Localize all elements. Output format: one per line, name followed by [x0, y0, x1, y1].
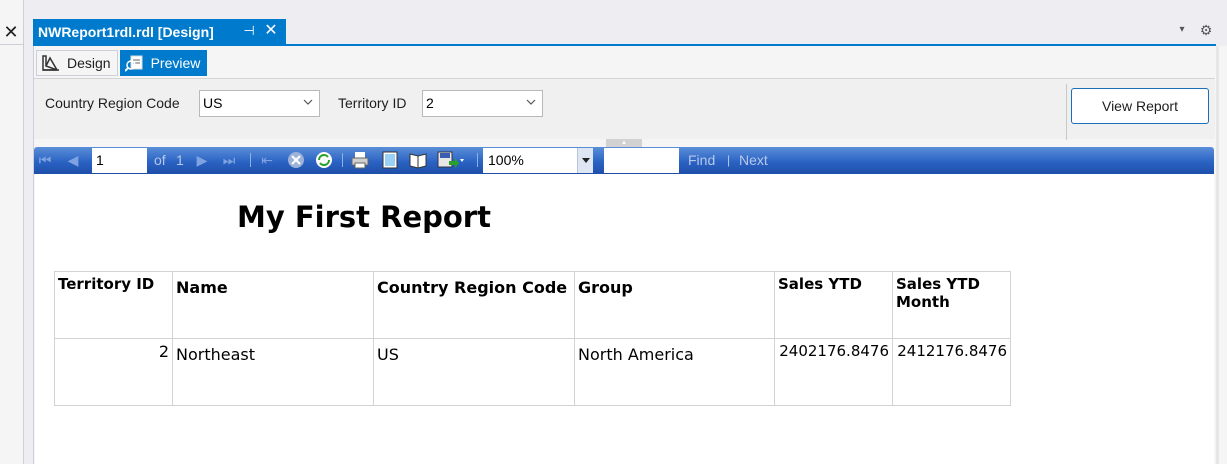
territory-id-select[interactable]: 2 [422, 90, 543, 117]
preview-icon [123, 54, 145, 72]
document-tab[interactable]: NWReport1rdl.rdl [Design] ⊣ ✕ [33, 19, 286, 44]
of-label: of [154, 152, 166, 168]
current-page-value: 1 [96, 152, 104, 168]
toolbar-separator [342, 153, 343, 167]
tab-design-label: Design [67, 55, 111, 71]
view-report-button[interactable]: View Report [1071, 88, 1209, 124]
next-link[interactable]: Next [739, 152, 768, 168]
left-panel-divider [0, 44, 24, 45]
table-row: 2 Northeast US North America 2402176.847… [54, 338, 1011, 406]
toolbar-separator [250, 153, 251, 167]
first-page-icon[interactable]: ⏮ [38, 151, 52, 169]
left-panel-close-icon[interactable]: ✕ [0, 20, 22, 44]
zoom-dropdown-button[interactable] [577, 148, 593, 173]
gear-icon[interactable]: ⚙ [1198, 22, 1214, 38]
pin-icon[interactable]: ⊣ [241, 22, 257, 40]
find-text-input[interactable] [604, 148, 679, 173]
chevron-down-icon [526, 99, 536, 105]
toolbar-separator [477, 153, 478, 167]
export-icon[interactable] [437, 151, 465, 169]
close-icon[interactable]: ✕ [262, 21, 280, 41]
table-header-row: Territory ID Name Country Region Code Gr… [54, 271, 1011, 339]
chevron-down-icon [582, 158, 590, 163]
column-header: Sales YTD Month [892, 271, 1011, 339]
tab-list-dropdown-icon[interactable]: ▾ [1175, 24, 1189, 38]
parameters-panel: Country Region Code US Territory ID 2 Vi… [34, 78, 1215, 140]
tab-preview-label: Preview [150, 55, 201, 71]
left-tool-panel [0, 0, 24, 464]
scrollbar-track-edge [1216, 46, 1219, 464]
group-cell: North America [574, 338, 775, 406]
app-window: ✕ NWReport1rdl.rdl [Design] ⊣ ✕ ▾ ⚙ Desi… [0, 0, 1227, 464]
collapse-parameters-handle[interactable]: ▲ [606, 139, 642, 147]
find-next-separator: | [727, 153, 731, 167]
column-header: Territory ID [54, 271, 173, 339]
country-region-code-select[interactable]: US [199, 90, 320, 117]
column-header: Group [574, 271, 775, 339]
report-canvas: My First Report Territory ID Name Countr… [35, 174, 1214, 464]
territory-id-label: Territory ID [338, 95, 407, 111]
tab-design[interactable]: Design [36, 50, 118, 76]
page-setup-icon[interactable] [408, 151, 428, 169]
column-header: Country Region Code [373, 271, 575, 339]
report-table: Territory ID Name Country Region Code Gr… [54, 271, 1011, 406]
tab-strip-underline [33, 44, 1216, 46]
design-icon [41, 54, 61, 72]
print-layout-icon[interactable] [380, 151, 400, 169]
sales-ytd-cell: 2402176.8476 [774, 338, 893, 406]
country-region-code-label: Country Region Code [45, 95, 180, 111]
name-cell: Northeast [172, 338, 374, 406]
report-title: My First Report [237, 200, 491, 234]
find-link[interactable]: Find [688, 152, 715, 168]
parameters-divider [1066, 84, 1067, 140]
column-header: Sales YTD [774, 271, 893, 339]
territory-id-cell: 2 [54, 338, 173, 406]
view-tabs: Design Preview [36, 50, 209, 76]
column-header: Name [172, 271, 374, 339]
last-page-icon[interactable]: ⏭ [222, 151, 236, 169]
chevron-down-icon [303, 99, 313, 105]
back-to-parent-icon[interactable]: ⇤ [260, 151, 274, 169]
tab-preview[interactable]: Preview [119, 50, 208, 76]
next-page-icon[interactable]: ▶ [195, 151, 209, 169]
report-toolbar: ⏮ ◀ 1 of 1 ▶ ⏭ ⇤ 100% Find | Next [34, 147, 1214, 174]
zoom-value: 100% [488, 152, 524, 168]
stop-icon[interactable] [286, 151, 306, 169]
current-page-input[interactable]: 1 [92, 148, 147, 173]
total-pages: 1 [176, 152, 184, 168]
sales-ytd-month-cell: 2412176.8476 [892, 338, 1011, 406]
country-region-code-value: US [203, 95, 223, 111]
country-region-code-cell: US [373, 338, 575, 406]
previous-page-icon[interactable]: ◀ [66, 151, 80, 169]
territory-id-value: 2 [426, 95, 434, 111]
refresh-icon[interactable] [314, 151, 334, 169]
document-tab-title: NWReport1rdl.rdl [Design] [38, 23, 214, 40]
print-icon[interactable] [350, 151, 370, 169]
